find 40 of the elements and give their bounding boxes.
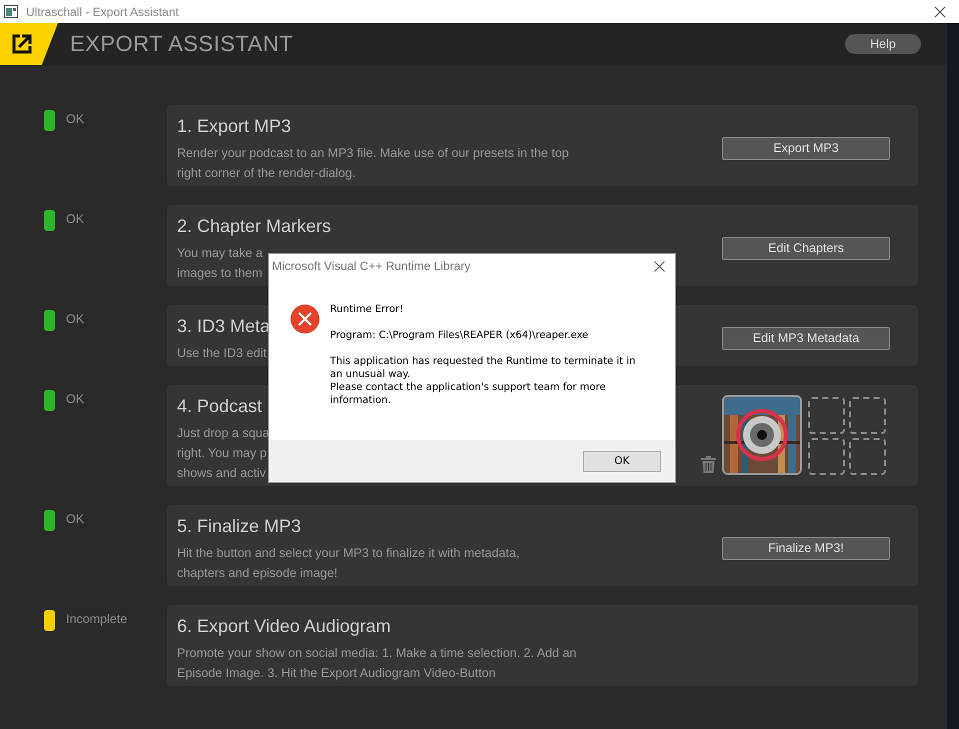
step-title: 4. Podcast	[177, 395, 262, 418]
step-title: 5. Finalize MP3	[177, 515, 302, 538]
step-description: Render your podcast to an MP3 file. Make use of our presets in the top right corner of the render-dialog.	[177, 145, 569, 182]
image-slot[interactable]	[808, 397, 845, 434]
export-icon	[11, 33, 33, 55]
step-description: Hit the button and select your MP3 to finalize it with metadata, chapters and episode image!	[177, 545, 520, 582]
status-label: OK	[66, 112, 84, 126]
image-slot[interactable]	[849, 438, 886, 475]
app-icon	[4, 5, 18, 18]
step-description: Just drop a squa right. You may p shows and activ	[177, 425, 270, 482]
window-title: Ultraschall - Export Assistant	[26, 4, 179, 18]
image-slot[interactable]	[849, 397, 886, 434]
status-label: OK	[66, 212, 84, 226]
status-label: OK	[66, 392, 84, 406]
error-message: This application has requested the Runtime to terminate it in an unusual way. Please contact the application's support team for more information.	[330, 355, 636, 407]
step-title: 6. Export Video Audiogram	[177, 615, 391, 638]
action-button[interactable]: Export MP3	[722, 136, 890, 160]
ok-button[interactable]: OK	[583, 450, 661, 472]
close-icon[interactable]	[654, 260, 665, 272]
step-description: You may take a images to them	[177, 245, 263, 282]
step-title: 1. Export MP3	[177, 115, 292, 138]
dialog-title: Microsoft Visual C++ Runtime Library	[272, 259, 471, 273]
action-button[interactable]: Edit Chapters	[722, 236, 890, 260]
step-title: 2. Chapter Markers	[177, 215, 332, 238]
trash-icon[interactable]	[701, 456, 716, 473]
error-heading: Runtime Error!	[330, 303, 404, 316]
action-button[interactable]: Finalize MP3!	[722, 536, 890, 560]
status-label: OK	[66, 512, 84, 526]
step-description: Promote your show on social media: 1. Make a time selection. 2. Add an Episode Image. 3. Hit the Export Audiogram Video-Button	[177, 645, 577, 682]
close-icon[interactable]	[934, 6, 946, 18]
error-icon	[290, 304, 320, 334]
action-button[interactable]: Edit MP3 Metadata	[722, 326, 890, 350]
status-label: OK	[66, 312, 84, 326]
help-button[interactable]: Help	[845, 34, 921, 54]
step-description: Use the ID3 edit	[177, 345, 267, 362]
step-title: 3. ID3 Meta	[177, 315, 270, 338]
image-slot[interactable]	[808, 438, 845, 475]
app-title: EXPORT ASSISTANT	[70, 31, 294, 57]
status-label: Incomplete	[66, 612, 128, 626]
program-path: Program: C:\Program Files\REAPER (x64)\reaper.exe	[330, 329, 590, 342]
